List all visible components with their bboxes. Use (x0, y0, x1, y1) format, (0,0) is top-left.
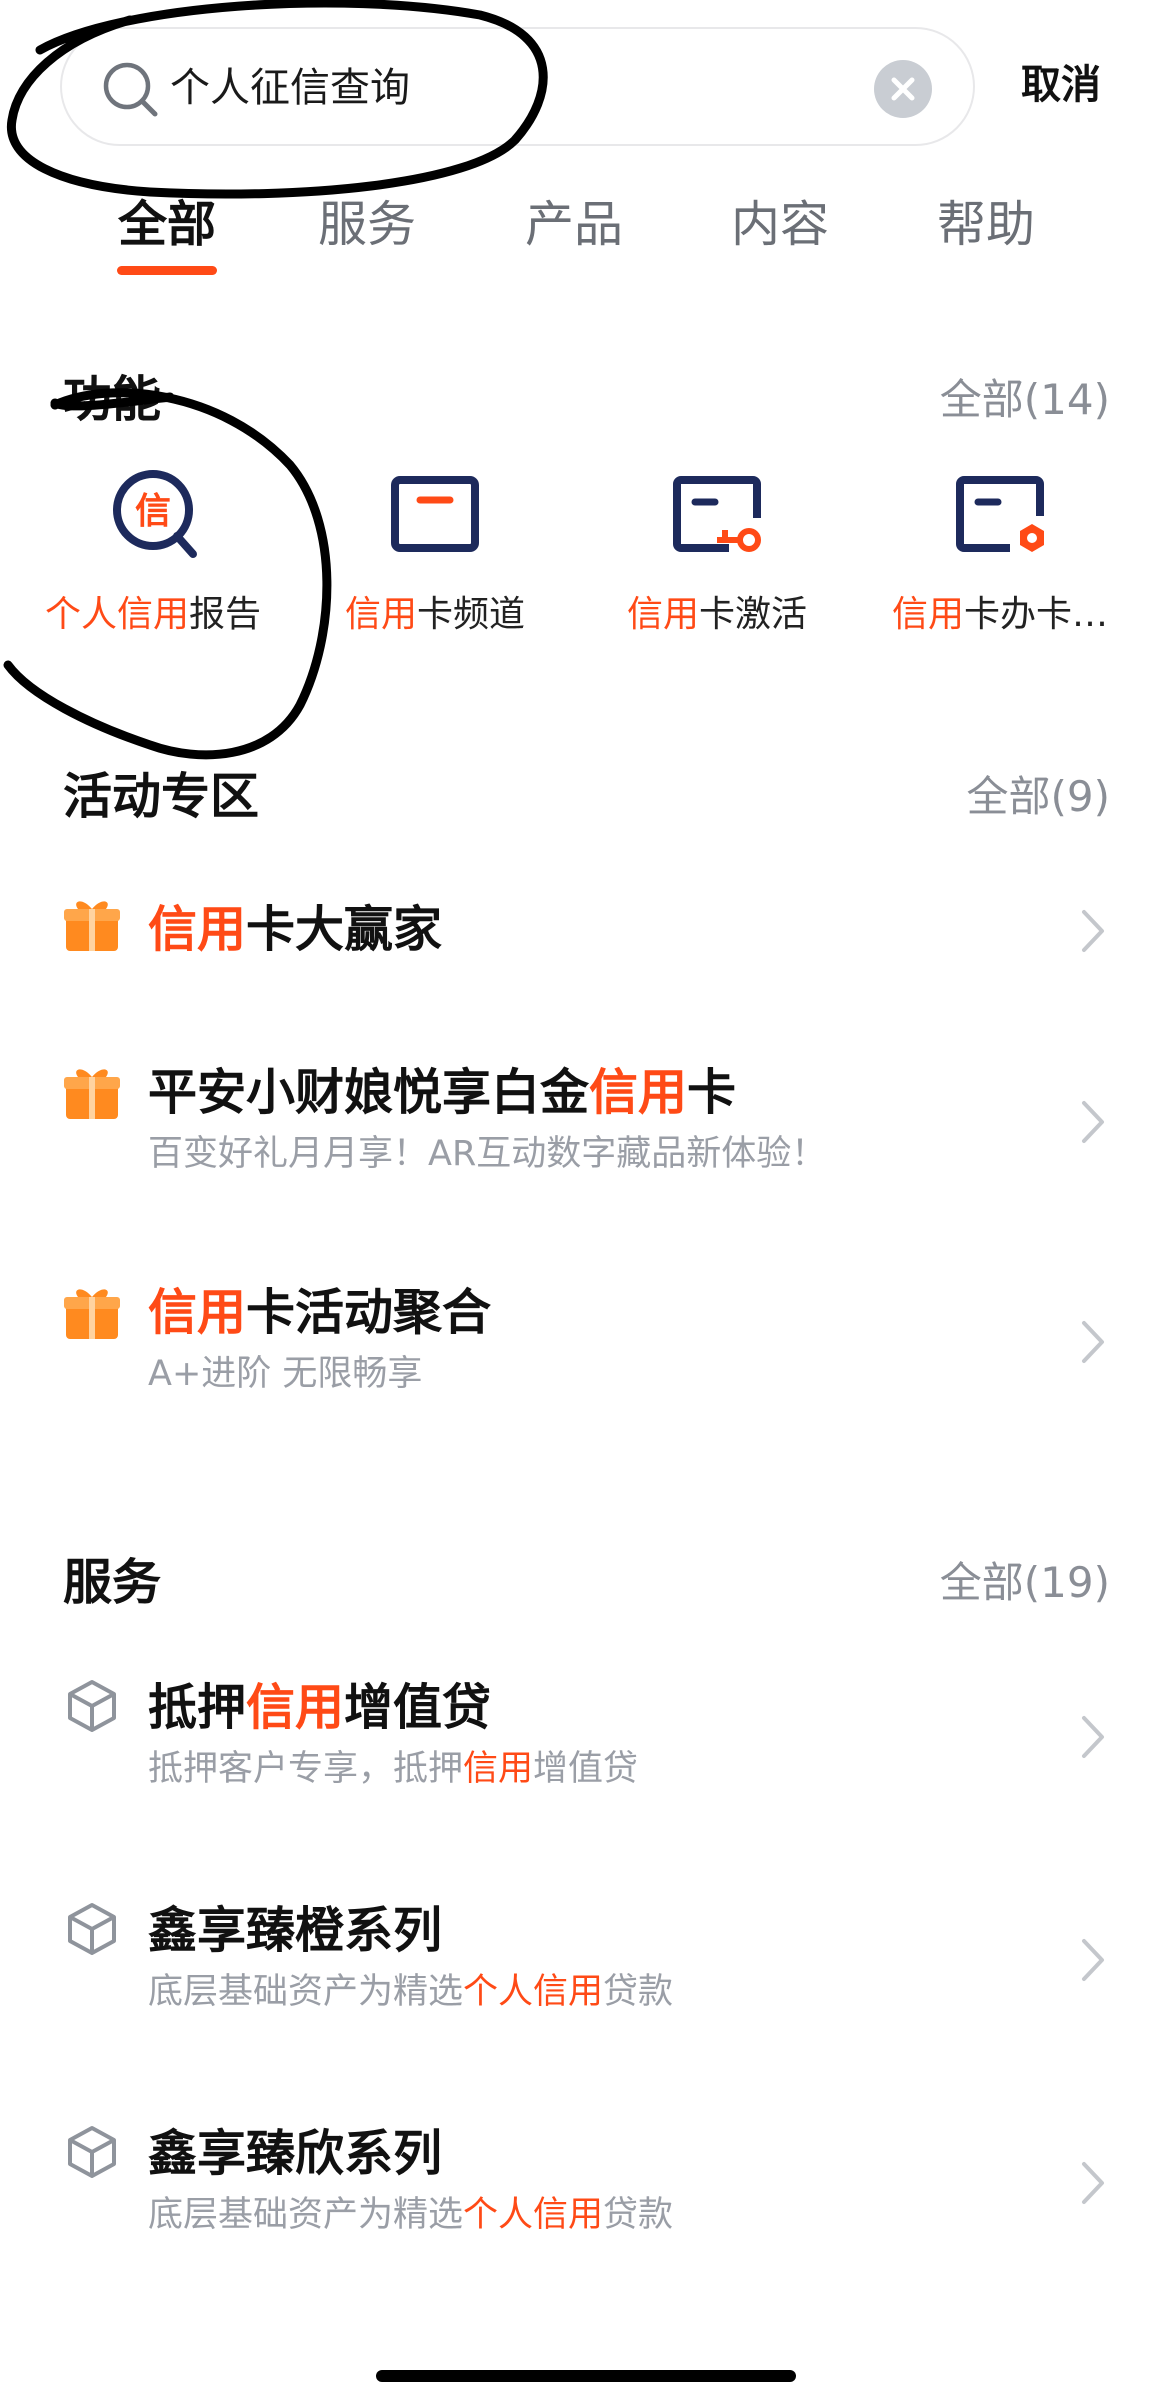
tab-all[interactable]: 全部 (67, 190, 267, 260)
svg-text:信: 信 (135, 491, 171, 532)
service-subtitle: 抵押客户专享，抵押信用增值贷 (148, 1749, 639, 1789)
service-row[interactable]: 鑫享臻欣系列 底层基础资产为精选个人信用贷款 (0, 2106, 1170, 2256)
clear-search-button[interactable] (874, 60, 932, 118)
tab-services[interactable]: 服务 (267, 190, 467, 260)
chevron-right-icon (1082, 1321, 1104, 1363)
chevron-right-icon (1082, 1939, 1104, 1981)
activity-subtitle: A+进阶 无限畅享 (148, 1354, 423, 1394)
gift-icon (64, 1289, 120, 1339)
function-label: 信用卡激活 (626, 594, 808, 635)
function-card-apply[interactable]: 信用卡办卡… (850, 470, 1150, 650)
functions-see-all[interactable]: 全部(14) (940, 365, 1110, 435)
chevron-right-icon (1082, 1716, 1104, 1758)
tab-content[interactable]: 内容 (680, 190, 880, 260)
chevron-right-icon (1082, 910, 1104, 952)
function-label: 个人信用报告 (44, 594, 262, 635)
activities-section-title: 活动专区 (63, 768, 260, 825)
cube-icon (68, 2126, 116, 2178)
activity-row[interactable]: 信用卡大赢家 (0, 880, 1170, 980)
service-row[interactable]: 抵押信用增值贷 抵押客户专享，抵押信用增值贷 (0, 1660, 1170, 1810)
active-tab-indicator (117, 266, 217, 275)
services-section-title: 服务 (63, 1554, 162, 1611)
service-row[interactable]: 鑫享臻橙系列 底层基础资产为精选个人信用贷款 (0, 1883, 1170, 2033)
functions-section-title: 功能 (63, 371, 162, 428)
chevron-right-icon (1082, 1101, 1104, 1143)
cube-icon (68, 1680, 116, 1732)
activity-title: 平安小财娘悦享白金信用卡 (148, 1064, 737, 1121)
search-input[interactable]: 个人征信查询 (170, 29, 410, 148)
tab-products[interactable]: 产品 (474, 190, 674, 260)
tab-help[interactable]: 帮助 (886, 190, 1086, 260)
service-title: 抵押信用增值贷 (148, 1679, 492, 1736)
function-card-activate[interactable]: 信用卡激活 (567, 470, 867, 650)
home-indicator[interactable] (376, 2370, 796, 2382)
service-title: 鑫享臻橙系列 (148, 1902, 443, 1959)
card-channel-icon (391, 476, 479, 552)
service-title: 鑫享臻欣系列 (148, 2125, 443, 2182)
service-subtitle: 底层基础资产为精选个人信用贷款 (148, 1972, 674, 2012)
close-icon (891, 77, 915, 101)
search-icon (103, 62, 158, 117)
cube-icon (68, 1903, 116, 1955)
chevron-right-icon (1082, 2162, 1104, 2204)
function-card-channel[interactable]: 信用卡频道 (285, 470, 585, 650)
activities-see-all[interactable]: 全部(9) (967, 762, 1111, 832)
activity-title: 信用卡活动聚合 (148, 1284, 492, 1341)
activity-row[interactable]: 平安小财娘悦享白金信用卡 百变好礼月月享！AR互动数字藏品新体验！ (0, 1045, 1170, 1195)
tab-bar: 全部 服务 产品 内容 帮助 (0, 180, 1170, 290)
activity-subtitle: 百变好礼月月享！AR互动数字藏品新体验！ (148, 1134, 827, 1174)
activity-row[interactable]: 信用卡活动聚合 A+进阶 无限畅享 (0, 1265, 1170, 1415)
card-apply-icon (956, 476, 1044, 552)
services-see-all[interactable]: 全部(19) (940, 1548, 1110, 1618)
function-label: 信用卡办卡… (891, 594, 1109, 635)
service-subtitle: 底层基础资产为精选个人信用贷款 (148, 2195, 674, 2235)
gift-icon (64, 901, 120, 951)
cancel-button[interactable]: 取消 (1021, 50, 1101, 120)
function-credit-report[interactable]: 信 个人信用报告 (3, 470, 303, 650)
search-bar[interactable]: 个人征信查询 (60, 27, 975, 146)
activity-title: 信用卡大赢家 (148, 901, 443, 958)
function-label: 信用卡频道 (344, 594, 526, 635)
card-activate-icon (673, 476, 761, 552)
gift-icon (64, 1069, 120, 1119)
credit-report-icon: 信 (113, 470, 197, 558)
